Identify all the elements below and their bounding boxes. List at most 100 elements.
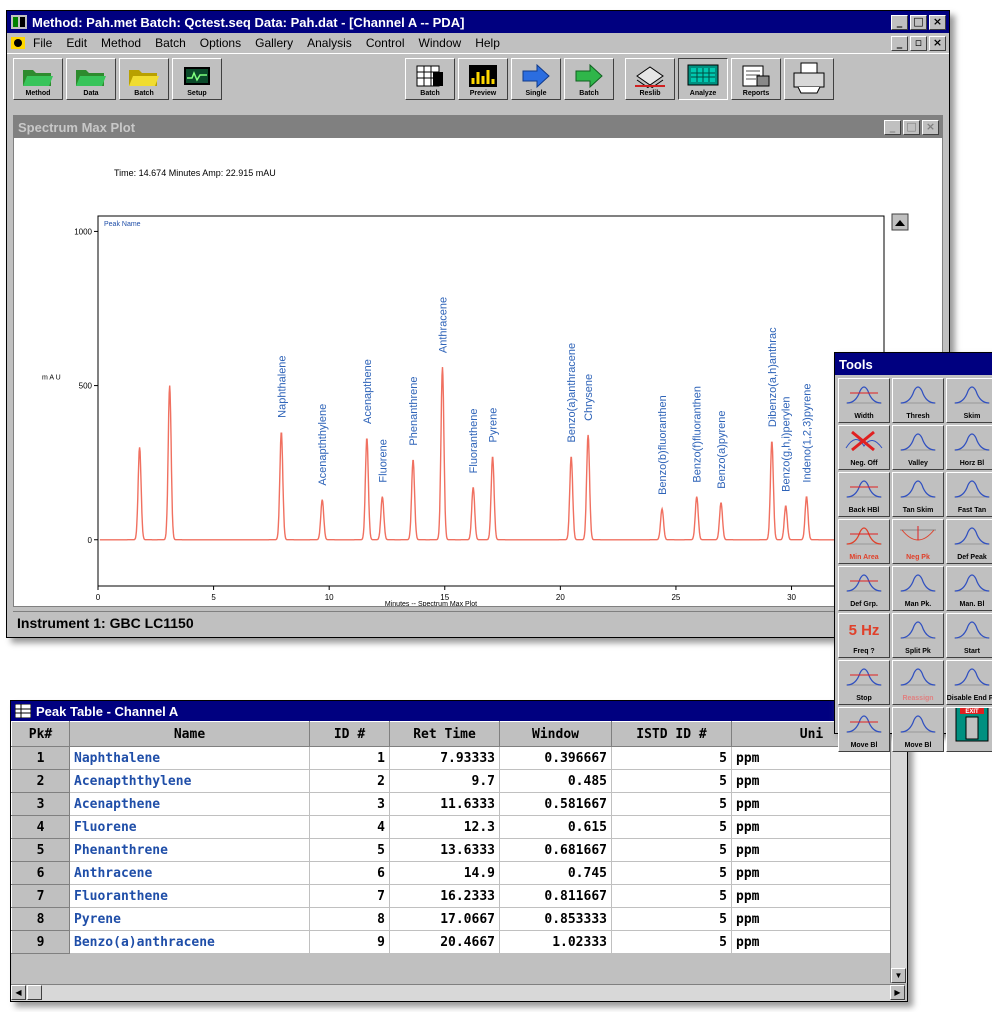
table-cell[interactable]: 5 (611, 838, 732, 862)
table-cell[interactable]: ppm (731, 861, 892, 885)
table-cell[interactable]: 16.2333 (389, 884, 500, 908)
table-cell[interactable]: ppm (731, 930, 892, 954)
table-row[interactable]: 7 Fluoranthene 7 16.2333 0.811667 5 ppm (11, 884, 892, 908)
table-cell[interactable]: ppm (731, 769, 892, 793)
child-restore-button[interactable]: ▫ (910, 35, 927, 51)
peak-number-cell[interactable]: 7 (11, 884, 70, 908)
tool-start-button[interactable]: Start (946, 613, 992, 658)
table-cell[interactable]: 11.6333 (389, 792, 500, 816)
tool-tan-skim-button[interactable]: Tan Skim (892, 472, 944, 517)
tool-width-button[interactable]: Width (838, 378, 890, 423)
table-cell[interactable]: 5 (309, 838, 390, 862)
table-cell[interactable]: 13.6333 (389, 838, 500, 862)
table-cell[interactable]: ppm (731, 815, 892, 839)
table-cell[interactable]: 8 (309, 907, 390, 931)
peak-name-cell[interactable]: Anthracene (69, 861, 310, 885)
tool-exit-button[interactable]: EXIT (946, 707, 992, 752)
table-row[interactable]: 4 Fluorene 4 12.3 0.615 5 ppm (11, 815, 892, 839)
tool-neg-pk-button[interactable]: Neg Pk (892, 519, 944, 564)
run-single-button[interactable]: Single (511, 58, 561, 100)
table-cell[interactable]: 7 (309, 884, 390, 908)
table-cell[interactable]: 5 (611, 907, 732, 931)
table-cell[interactable]: 0.745 (499, 861, 612, 885)
menu-gallery[interactable]: Gallery (255, 36, 293, 50)
menu-batch[interactable]: Batch (155, 36, 186, 50)
table-cell[interactable]: 5 (611, 930, 732, 954)
peak-name-cell[interactable]: Fluorene (69, 815, 310, 839)
peak-number-cell[interactable]: 4 (11, 815, 70, 839)
peak-number-cell[interactable]: 8 (11, 907, 70, 931)
spectrum-maximize-button[interactable]: □ (903, 119, 920, 135)
spectrum-plot[interactable]: Time: 14.674 Minutes Amp: 22.915 mAU Peak… (14, 138, 942, 606)
column-header[interactable]: ISTD ID # (611, 721, 732, 747)
data-button[interactable]: Data (66, 58, 116, 100)
table-row[interactable]: 5 Phenanthrene 5 13.6333 0.681667 5 ppm (11, 838, 892, 862)
table-cell[interactable]: 5 (611, 884, 732, 908)
table-cell[interactable]: 5 (611, 861, 732, 885)
table-cell[interactable]: 0.811667 (499, 884, 612, 908)
batch-folder-button[interactable]: Batch (119, 58, 169, 100)
column-header[interactable]: Window (499, 721, 612, 747)
table-cell[interactable]: 3 (309, 792, 390, 816)
menu-file[interactable]: File (33, 36, 52, 50)
column-header[interactable]: Name (69, 721, 310, 747)
table-cell[interactable]: 0.615 (499, 815, 612, 839)
table-cell[interactable]: 0.485 (499, 769, 612, 793)
table-cell[interactable]: 0.396667 (499, 746, 612, 770)
analyze-button[interactable]: Analyze (678, 58, 728, 100)
child-close-button[interactable]: × (929, 35, 946, 51)
tool-man-bl-button[interactable]: Man. Bl (946, 566, 992, 611)
tool-move-bl-button[interactable]: Move Bl (892, 707, 944, 752)
main-titlebar[interactable]: Method: Pah.met Batch: Qctest.seq Data: … (7, 11, 949, 33)
table-cell[interactable]: 0.853333 (499, 907, 612, 931)
menu-edit[interactable]: Edit (66, 36, 87, 50)
app-menu-icon[interactable] (11, 37, 25, 49)
setup-button[interactable]: Setup (172, 58, 222, 100)
peak-name-cell[interactable]: Acenapththylene (69, 769, 310, 793)
tools-titlebar[interactable]: Tools (835, 353, 992, 375)
preview-button[interactable]: Preview (458, 58, 508, 100)
tool-disable-end-pk-button[interactable]: Disable End Pk (946, 660, 992, 705)
table-row[interactable]: 9 Benzo(a)anthracene 9 20.4667 1.02333 5 ppm (11, 930, 892, 954)
peak-name-cell[interactable]: Pyrene (69, 907, 310, 931)
peak-number-cell[interactable]: 9 (11, 930, 70, 954)
table-cell[interactable]: ppm (731, 884, 892, 908)
menu-window[interactable]: Window (419, 36, 462, 50)
tool-def-grp-button[interactable]: Def Grp. (838, 566, 890, 611)
table-cell[interactable]: 5 (611, 746, 732, 770)
peak-name-cell[interactable]: Phenanthrene (69, 838, 310, 862)
maximize-button[interactable]: □ (910, 14, 927, 30)
tool-fast-tan-button[interactable]: Fast Tan (946, 472, 992, 517)
column-header[interactable]: Pk# (11, 721, 70, 747)
tool-freq-button[interactable]: 5 Hz Freq ? (838, 613, 890, 658)
table-cell[interactable]: 0.581667 (499, 792, 612, 816)
table-cell[interactable]: 5 (611, 815, 732, 839)
table-cell[interactable]: 20.4667 (389, 930, 500, 954)
tool-skim-button[interactable]: Skim (946, 378, 992, 423)
scroll-thumb[interactable] (27, 985, 42, 1000)
column-header[interactable]: ID # (309, 721, 390, 747)
peak-number-cell[interactable]: 5 (11, 838, 70, 862)
menu-options[interactable]: Options (200, 36, 241, 50)
peak-number-cell[interactable]: 3 (11, 792, 70, 816)
table-cell[interactable]: ppm (731, 838, 892, 862)
peak-name-cell[interactable]: Fluoranthene (69, 884, 310, 908)
tool-min-area-button[interactable]: Min Area (838, 519, 890, 564)
tool-reassign-button[interactable]: Reassign (892, 660, 944, 705)
child-minimize-button[interactable]: _ (891, 35, 908, 51)
table-cell[interactable]: 5 (611, 769, 732, 793)
table-row[interactable]: 8 Pyrene 8 17.0667 0.853333 5 ppm (11, 907, 892, 931)
spectrum-minimize-button[interactable]: _ (884, 119, 901, 135)
tool-thresh-button[interactable]: Thresh (892, 378, 944, 423)
peak-number-cell[interactable]: 2 (11, 769, 70, 793)
peak-table-horizontal-scrollbar[interactable]: ◀ ▶ (11, 984, 905, 1001)
menu-help[interactable]: Help (475, 36, 500, 50)
table-row[interactable]: 2 Acenapththylene 2 9.7 0.485 5 ppm (11, 769, 892, 793)
close-button[interactable]: × (929, 14, 946, 30)
tool-man-pk-button[interactable]: Man Pk. (892, 566, 944, 611)
print-button[interactable] (784, 58, 834, 100)
tool-stop-button[interactable]: Stop (838, 660, 890, 705)
column-header[interactable]: Ret Time (389, 721, 500, 747)
table-cell[interactable]: 6 (309, 861, 390, 885)
menu-analysis[interactable]: Analysis (307, 36, 352, 50)
